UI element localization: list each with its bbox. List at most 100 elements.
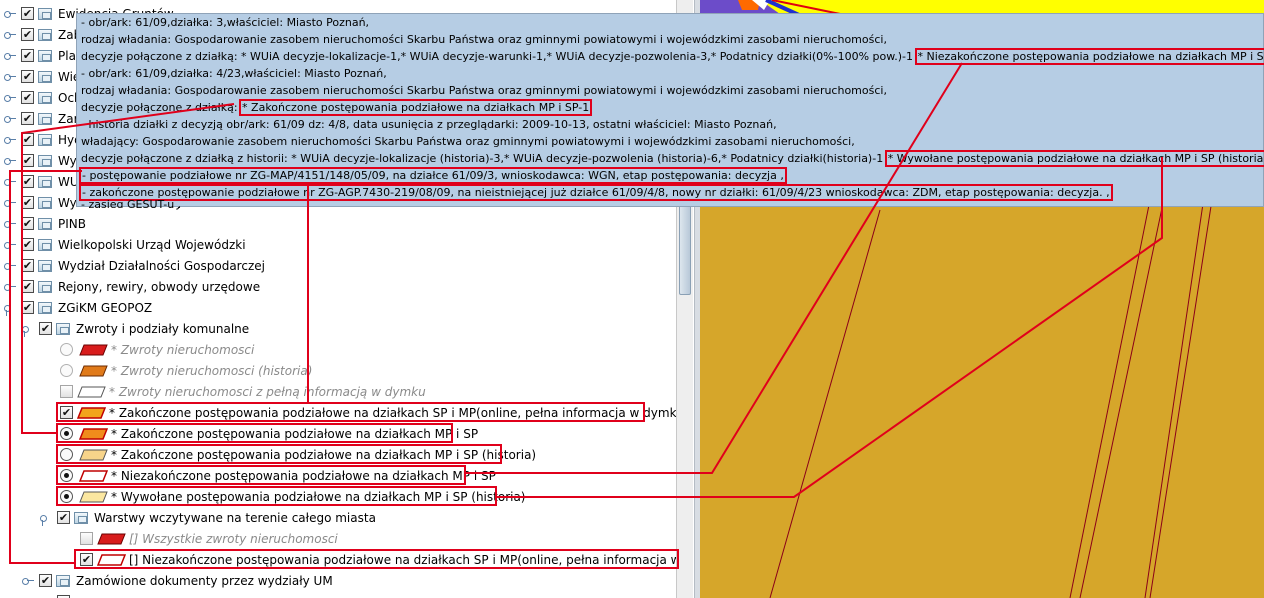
layer-checkbox[interactable]: ✔ [80, 553, 93, 566]
tooltip-line-text: decyzje połączone z działką z historii: … [81, 152, 884, 165]
layer-style-icon [77, 406, 106, 419]
layer-checkbox[interactable]: ✔ [21, 133, 34, 146]
expand-handle-icon[interactable] [4, 93, 16, 102]
layer-checkbox[interactable]: ✔ [21, 154, 34, 167]
expand-handle-icon[interactable] [4, 30, 16, 39]
layer-row-wszystkie-zwroty[interactable]: [] Wszystkie zwroty nieruchomosci [80, 528, 338, 549]
layer-row-niezak-sp-mp-online[interactable]: ✔ [] Niezakończone postępowania podziało… [80, 549, 676, 570]
layer-radio[interactable] [60, 427, 73, 440]
expand-handle-icon[interactable] [4, 72, 16, 81]
folder-icon [38, 154, 52, 167]
expand-handle-icon[interactable] [4, 198, 16, 207]
layer-checkbox[interactable]: ✔ [21, 175, 34, 188]
layer-checkbox[interactable]: ✔ [21, 70, 34, 83]
layer-checkbox[interactable]: ✔ [21, 7, 34, 20]
expand-handle-icon[interactable] [4, 135, 16, 144]
layer-radio[interactable] [60, 343, 73, 356]
layer-checkbox[interactable]: ✔ [21, 280, 34, 293]
feature-info-tooltip: - obr/ark: 61/09,działka: 3,właściciel: … [76, 13, 1264, 208]
layer-checkbox[interactable]: ✔ [39, 322, 52, 335]
folder-icon [38, 301, 52, 314]
folder-icon [38, 28, 52, 41]
expand-handle-icon[interactable] [4, 156, 16, 165]
tree-item-label: Zamówione dokumenty przez wydziały UM [76, 573, 333, 588]
tooltip-line-text: decyzje połączone z działką: [81, 101, 238, 114]
layer-checkbox[interactable] [60, 385, 73, 398]
tree-row-wdg[interactable]: ✔ Wydział Działalności Gospodarczej [4, 255, 265, 276]
layer-checkbox[interactable] [80, 532, 93, 545]
tooltip-line-text: decyzje połączone z działką: * WUiA decy… [81, 50, 913, 63]
tooltip-line: decyzje połączone z działką: * WUiA decy… [81, 48, 1264, 65]
folder-icon [38, 238, 52, 251]
layer-row-zak-mp-sp[interactable]: * Zakończone postępowania podziałowe na … [60, 423, 478, 444]
expand-handle-icon[interactable] [4, 261, 16, 270]
layer-checkbox[interactable]: ✔ [21, 196, 34, 209]
expand-handle-icon[interactable] [4, 240, 16, 249]
tree-row-rejony[interactable]: ✔ Rejony, rewiry, obwody urzędowe [4, 276, 260, 297]
tree-row-zwroty-group[interactable]: ✔ Zwroty i podziały komunalne [22, 318, 249, 339]
tree-row[interactable]: ✔ WUA [4, 171, 87, 192]
tree-row[interactable]: ✔ Ochr [4, 87, 87, 108]
tree-row-warstwy-miasta[interactable]: ✔ Warstwy wczytywane na terenie całego m… [40, 507, 376, 528]
tree-item-label: * Niezakończone postępowania podziałowe … [111, 468, 496, 483]
layer-row-zak-mp-sp-historia[interactable]: * Zakończone postępowania podziałowe na … [60, 444, 536, 465]
tree-row-pinb[interactable]: ✔ PINB [4, 213, 86, 234]
tooltip-line: decyzje połączone z działką: * Zakończon… [81, 99, 593, 116]
tooltip-line-zakonczone-postepowanie: - zakończone postępowanie podziałowe nr … [79, 184, 1113, 201]
collapse-handle-icon[interactable] [40, 513, 49, 526]
tree-item-label: Wydział Działalności Gospodarczej [58, 258, 265, 273]
tooltip-line: - obr/ark: 61/09,działka: 4/23,właścicie… [81, 67, 387, 80]
folder-icon [56, 322, 70, 335]
layer-radio[interactable] [60, 469, 73, 482]
expand-handle-icon[interactable] [22, 576, 34, 585]
layer-row-zak-sp-mp-online[interactable]: ✔ * Zakończone postępowania podziałowe n… [60, 402, 676, 423]
layer-checkbox[interactable]: ✔ [21, 49, 34, 62]
scrollbar-thumb[interactable] [679, 195, 691, 295]
layer-checkbox[interactable]: ✔ [21, 301, 34, 314]
tree-item-label: * Zwroty nieruchomosci (historia) [111, 363, 313, 378]
layer-checkbox[interactable]: ✔ [39, 574, 52, 587]
expand-handle-icon[interactable] [4, 114, 16, 123]
expand-handle-icon[interactable] [4, 282, 16, 291]
collapse-handle-icon[interactable] [4, 303, 13, 316]
expand-handle-icon[interactable] [4, 219, 16, 228]
tree-row[interactable]: ✔ Hyd [4, 129, 82, 150]
tree-row[interactable]: ✔ Wyd [4, 150, 84, 171]
layer-row-zwroty-dymek[interactable]: * Zwroty nieruchomosci z pełną informacj… [60, 381, 426, 402]
layer-checkbox[interactable]: ✔ [57, 511, 70, 524]
tree-row-wuw[interactable]: ✔ Wielkopolski Urząd Wojewódzki [4, 234, 246, 255]
layer-checkbox[interactable]: ✔ [21, 217, 34, 230]
tree-row-partial[interactable]: ✔ [40, 591, 74, 598]
layer-checkbox[interactable]: ✔ [21, 28, 34, 41]
folder-icon [38, 133, 52, 146]
layer-row-zwroty-historia[interactable]: * Zwroty nieruchomosci (historia) [60, 360, 312, 381]
tree-row[interactable]: ✔ Zab [4, 24, 81, 45]
expand-handle-icon[interactable] [4, 9, 16, 18]
layer-style-icon [79, 365, 108, 376]
layer-checkbox[interactable]: ✔ [21, 259, 34, 272]
layer-row-zwroty[interactable]: * Zwroty nieruchomosci [60, 339, 254, 360]
layer-radio[interactable] [60, 448, 73, 461]
tree-item-label: PINB [58, 216, 86, 231]
layer-checkbox[interactable]: ✔ [60, 406, 73, 419]
folder-icon [38, 280, 52, 293]
tree-row[interactable]: ✔ Plan [4, 45, 84, 66]
expand-handle-icon[interactable] [4, 177, 16, 186]
tree-item-label: * Zakończone postępowania podziałowe na … [111, 447, 537, 462]
folder-icon [74, 511, 88, 524]
layer-checkbox[interactable]: ✔ [21, 238, 34, 251]
tree-row[interactable]: ✔ Zarz [4, 108, 85, 129]
tooltip-line: decyzje połączone z działką z historii: … [81, 150, 1264, 167]
layer-row-niezak-mp-sp[interactable]: * Niezakończone postępowania podziałowe … [60, 465, 496, 486]
layer-checkbox[interactable]: ✔ [21, 112, 34, 125]
layer-radio[interactable] [60, 490, 73, 503]
layer-row-wyw-mp-sp-historia[interactable]: * Wywołane postępowania podziałowe na dz… [60, 486, 526, 507]
tree-item-label: ZGiKM GEOPOZ [58, 300, 153, 315]
layer-radio[interactable] [60, 364, 73, 377]
expand-handle-icon[interactable] [4, 51, 16, 60]
tree-row-zgikm[interactable]: ✔ ZGiKM GEOPOZ [4, 297, 152, 318]
collapse-handle-icon[interactable] [22, 324, 31, 337]
tree-row-zamowione[interactable]: ✔ Zamówione dokumenty przez wydziały UM [22, 570, 333, 591]
tree-row[interactable]: ✔ Wiel [4, 66, 84, 87]
layer-checkbox[interactable]: ✔ [21, 91, 34, 104]
